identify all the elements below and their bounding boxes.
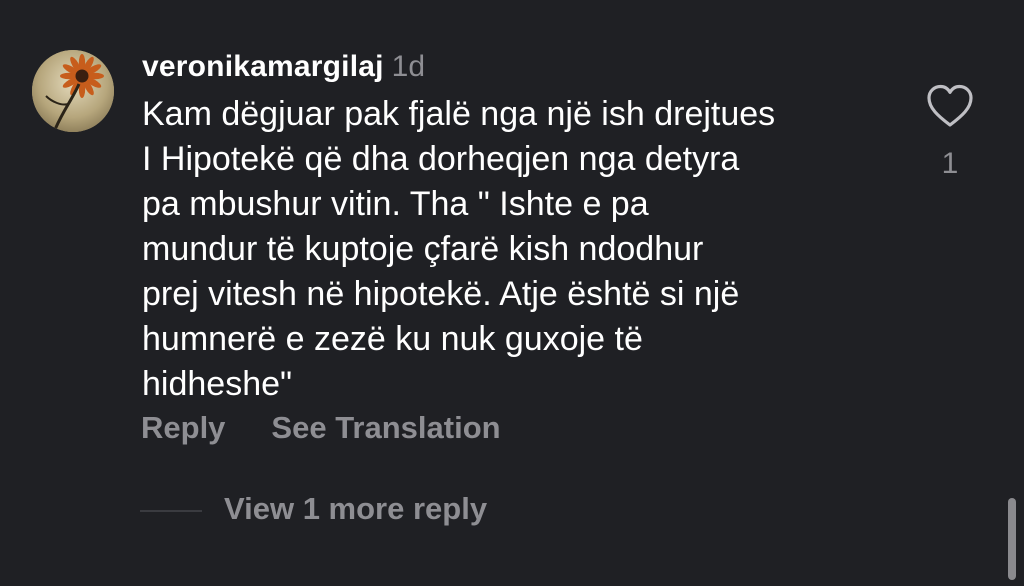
replies-divider: [140, 510, 202, 512]
scrollbar[interactable]: [1008, 498, 1016, 580]
view-more-replies-button[interactable]: View 1 more reply: [224, 491, 487, 527]
reply-button[interactable]: Reply: [141, 410, 225, 446]
see-translation-button[interactable]: See Translation: [271, 410, 500, 446]
comment-header: veronikamargilaj 1d: [142, 50, 425, 86]
comment-text: Kam dëgjuar pak fjalë nga një ish drejtu…: [142, 95, 776, 403]
comment-timestamp: 1d: [391, 50, 426, 83]
username[interactable]: veronikamargilaj: [142, 50, 384, 84]
comment-item: veronikamargilaj 1d Kam dëgjuar pak fjal…: [0, 0, 1024, 586]
comment-actions: Reply See Translation: [141, 410, 501, 446]
like-button[interactable]: [926, 84, 974, 128]
heart-outline-icon: [927, 84, 973, 127]
sunflower-avatar-icon: [32, 50, 114, 132]
like-count[interactable]: 1: [930, 147, 970, 181]
avatar[interactable]: [32, 50, 114, 132]
